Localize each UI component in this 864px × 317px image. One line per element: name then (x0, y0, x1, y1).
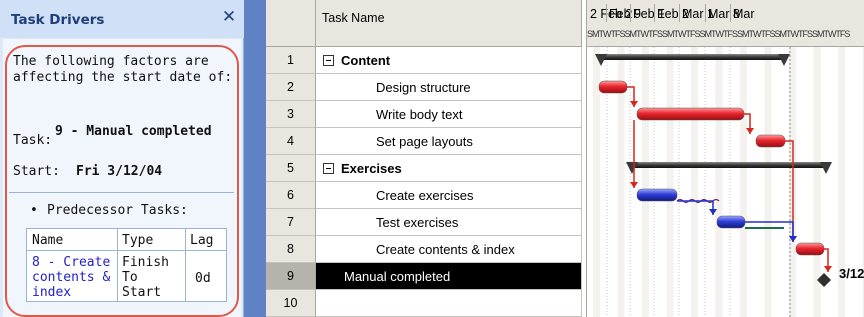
select-all-corner[interactable] (266, 0, 316, 47)
task-name-cell[interactable]: Create exercises (316, 182, 582, 209)
nonworking-shading (813, 47, 821, 317)
task-bar[interactable] (795, 242, 825, 256)
task-bar[interactable] (636, 188, 678, 202)
task-name: Manual completed (344, 269, 451, 284)
pane-header: Task Drivers ✕ (0, 0, 244, 38)
link-arrow-head (630, 182, 638, 188)
table-row[interactable]: 3 Write body text (266, 101, 582, 128)
bullet-icon: • (30, 203, 38, 218)
predecessor-table: Name Type Lag 8 - Create contents & inde… (26, 228, 227, 302)
column-header-task-name[interactable]: Task Name (316, 0, 582, 47)
header-lag: Lag (190, 233, 214, 248)
task-label: Task: (13, 133, 53, 148)
close-icon[interactable]: ✕ (220, 8, 238, 26)
task-name-cell[interactable]: Create contents & index (316, 236, 582, 263)
task-name: Create contents & index (376, 242, 515, 257)
task-name: Set page layouts (376, 134, 473, 149)
start-label: Start: (13, 164, 60, 179)
summary-bar[interactable] (598, 54, 787, 60)
summary-bar[interactable] (629, 162, 829, 168)
nonworking-shading (715, 47, 723, 317)
task-name: Exercises (341, 161, 402, 176)
task-name: Design structure (376, 80, 471, 95)
link-arrow-head (824, 266, 832, 272)
view-bar[interactable] (244, 0, 266, 317)
link-arrow-head (630, 101, 638, 107)
nonworking-shading (666, 47, 674, 317)
predecessor-heading: Predecessor Tasks: (47, 203, 188, 218)
start-value: Fri 3/12/04 (76, 164, 163, 179)
task-value: 9 - Manual completed (55, 124, 212, 139)
gantt-chart[interactable]: 2 Feb 2 Feb 9 Feb 1 Feb 2 Mar 1 Mar 8 Mar SMTW… (586, 0, 864, 317)
task-name-cell[interactable]: Set page layouts (316, 128, 582, 155)
task-bar[interactable] (755, 134, 786, 148)
table-row[interactable]: 1 Content (266, 47, 582, 74)
pane-title: Task Drivers (11, 12, 105, 28)
task-drivers-pane: Task Drivers ✕ The following factors are… (0, 0, 244, 317)
divider (9, 192, 234, 193)
row-number[interactable]: 3 (266, 101, 316, 128)
row-number[interactable]: 6 (266, 182, 316, 209)
row-number[interactable]: 5 (266, 155, 316, 182)
row-number[interactable]: 7 (266, 209, 316, 236)
row-number[interactable]: 4 (266, 128, 316, 155)
gantt-drawing (593, 47, 864, 317)
nonworking-shading (691, 47, 698, 317)
row-number[interactable]: 8 (266, 236, 316, 263)
task-name-cell[interactable]: Content (316, 47, 582, 74)
task-name: Create exercises (376, 188, 474, 203)
header-type: Type (122, 233, 154, 248)
table-row[interactable]: 5 Exercises (266, 155, 582, 182)
collapse-icon[interactable] (323, 55, 334, 66)
nonworking-shading (642, 47, 649, 317)
nonworking-shading (740, 47, 747, 317)
intro-text: The following factors are affecting the … (13, 54, 233, 85)
table-row[interactable]: 4 Set page layouts (266, 128, 582, 155)
table-row[interactable]: 7 Test exercises (266, 209, 582, 236)
task-name: Write body text (376, 107, 463, 122)
collapse-icon[interactable] (323, 163, 334, 174)
task-bar[interactable] (716, 215, 746, 229)
task-bar[interactable] (598, 80, 628, 94)
header-name: Name (32, 233, 64, 248)
milestone-date-label: 3/12 (839, 266, 864, 281)
table-row[interactable]: 2 Design structure (266, 74, 582, 101)
task-bar[interactable] (636, 107, 745, 121)
task-name-cell[interactable]: Design structure (316, 74, 582, 101)
column-divider (185, 229, 186, 301)
table-row[interactable]: 8 Create contents & index (266, 236, 582, 263)
task-sheet: Task Name 1 Content 2 Design structure 3 Writ… (266, 0, 584, 317)
row-number[interactable]: 1 (266, 47, 316, 74)
predecessor-type: Finish To Start (122, 255, 169, 300)
task-name-cell[interactable]: Exercises (316, 155, 582, 182)
row-number[interactable]: 2 (266, 74, 316, 101)
column-header-label: Task Name (322, 11, 385, 25)
task-name: Test exercises (376, 215, 459, 230)
table-row[interactable]: 10 (266, 290, 582, 317)
task-name: Content (341, 53, 391, 68)
table-row[interactable]: 6 Create exercises (266, 182, 582, 209)
row-number[interactable]: 10 (266, 290, 316, 317)
task-name-cell[interactable]: Test exercises (316, 209, 582, 236)
task-name-cell[interactable]: Manual completed (316, 263, 582, 290)
task-name-cell[interactable] (316, 290, 582, 317)
link-arrow-head (746, 128, 754, 134)
table-row[interactable]: 9 Manual completed (266, 263, 582, 290)
predecessor-lag: 0d (195, 271, 211, 286)
predecessor-name-link[interactable]: 8 - Create contents & index (32, 255, 116, 300)
nonworking-shading (764, 47, 772, 317)
task-name-cell[interactable]: Write body text (316, 101, 582, 128)
row-number[interactable]: 9 (266, 263, 316, 290)
column-divider (117, 229, 118, 301)
